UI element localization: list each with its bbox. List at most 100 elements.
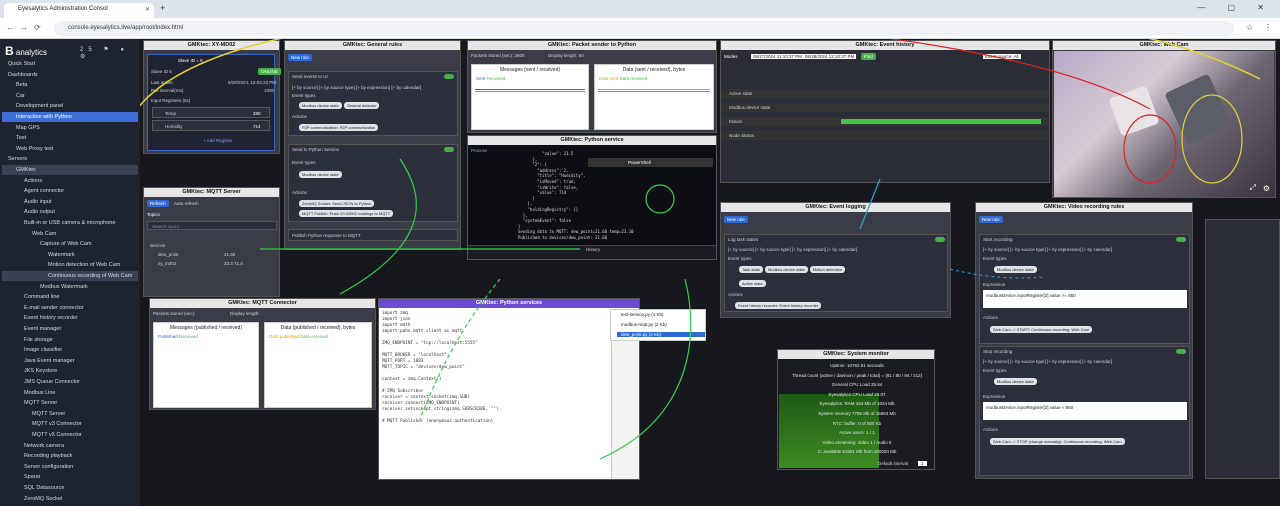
refresh-button[interactable]: Refresh xyxy=(147,200,169,207)
close-icon[interactable]: ✕ xyxy=(145,6,150,13)
sidebar-item[interactable]: Agent connector xyxy=(2,186,138,196)
sidebar-item[interactable]: Built-in or USB camera & microphone xyxy=(2,218,138,228)
sidebar-item[interactable]: Sparar xyxy=(2,472,138,482)
menu-icon[interactable]: ⋮ xyxy=(1264,23,1272,32)
sidebar-item[interactable]: Quick Start xyxy=(2,59,138,69)
action-chip[interactable]: P2P communication: P2P communication xyxy=(299,124,379,131)
sidebar-item[interactable]: MQTT v3 Connector xyxy=(2,419,138,429)
sidebar-item[interactable]: Capture of Web Cam xyxy=(2,239,138,249)
new-tab-icon[interactable]: + xyxy=(160,3,165,13)
sidebar-item[interactable]: Watermark xyxy=(2,250,138,260)
sidebar-item[interactable]: Web Proxy test xyxy=(2,144,138,154)
event-chip[interactable]: Active state xyxy=(739,280,766,287)
rule-conditions[interactable]: [+ by source] [+ by source type] [+ by e… xyxy=(728,247,857,252)
settings-icon[interactable]: ⚙ xyxy=(1263,184,1270,193)
sidebar-item[interactable]: Event history recorder xyxy=(2,313,138,323)
sidebar-item[interactable]: File storage xyxy=(2,335,138,345)
event-chip[interactable]: Modbus device state xyxy=(994,266,1037,273)
panel-title[interactable]: GMKtec: Event history xyxy=(721,41,1049,50)
modes-toggle[interactable]: Modes xyxy=(724,54,738,59)
panel-title[interactable]: GMKtec: General rules xyxy=(285,41,460,50)
event-chip[interactable]: General detector xyxy=(343,102,380,109)
sidebar-item[interactable]: Server configuration xyxy=(2,462,138,472)
event-source-select[interactable]: Event source: All xyxy=(983,54,1021,59)
sidebar-item[interactable]: Java Event manager xyxy=(2,356,138,366)
event-chip[interactable]: Modbus device state xyxy=(765,266,808,273)
event-chip[interactable]: Modbus device state xyxy=(994,378,1037,385)
rule-toggle[interactable] xyxy=(1176,349,1186,354)
event-chip[interactable]: Motion detection xyxy=(809,266,846,273)
window-controls[interactable]: — ▢ ✕ xyxy=(1197,3,1274,12)
sidebar-item[interactable]: Beta xyxy=(2,80,138,90)
back-icon[interactable]: ← xyxy=(6,23,14,32)
rule-toggle[interactable] xyxy=(444,147,454,152)
topic-item[interactable]: dew_point xyxy=(158,252,179,257)
sidebar-item[interactable]: JMS Queue Connector xyxy=(2,377,138,387)
event-chip[interactable]: Task state xyxy=(739,266,764,273)
panel-title[interactable]: GMKtec: Packet sender to Python xyxy=(468,41,716,50)
action-chip[interactable]: ZeroMQ Socket: Send JSON to Python xyxy=(299,200,375,207)
sidebar-item[interactable]: Network camera xyxy=(2,441,138,451)
fullscreen-icon[interactable]: ⤢ xyxy=(1250,183,1256,193)
panel-title[interactable]: GMKtec: Web Cam xyxy=(1053,41,1275,50)
topic-item[interactable]: xy_md02 xyxy=(158,261,176,266)
expression-input[interactable]: modbusDevice.inputRegister[2].value < 85… xyxy=(986,405,1073,410)
panel-title[interactable]: GMKtec: Python service xyxy=(468,136,716,145)
forward-icon[interactable]: → xyxy=(20,23,28,32)
topic-root[interactable]: devices xyxy=(150,243,165,248)
file-item[interactable]: modbus-mqtt.py (2 Kb) xyxy=(621,322,667,327)
action-chip[interactable]: MQTT Publish: Push XY-MD02 readings to M… xyxy=(299,210,394,217)
rule-name[interactable]: Publish Python response to MQTT xyxy=(292,233,361,238)
sidebar-item[interactable]: JKS Keystore xyxy=(2,366,138,376)
code-editor[interactable]: import zmq import json import math impor… xyxy=(382,311,498,425)
panel-title[interactable]: GMKtec: MQTT Server xyxy=(144,188,279,197)
panel-title[interactable]: GMKtec: System monitor xyxy=(778,350,934,359)
rule-name[interactable]: Stop recording xyxy=(983,349,1012,354)
field-value[interactable]: 3600 xyxy=(515,53,525,58)
field-value[interactable]: 60 xyxy=(579,53,584,58)
sidebar-item[interactable]: Web Cam xyxy=(2,229,138,239)
url-field[interactable]: console.eyesalytics.live/app/root/index.… xyxy=(54,21,1234,36)
sidebar-item[interactable]: Event manager xyxy=(2,324,138,334)
rule-name[interactable]: Log task states xyxy=(728,237,758,242)
rule-toggle[interactable] xyxy=(1176,237,1186,242)
sidebar-top-icons[interactable]: 25 ⚑ ● ⚙ xyxy=(80,46,140,60)
sidebar-item[interactable]: Map GPS xyxy=(2,123,138,133)
browser-tab[interactable]: Eyesalytics Administration Consol ✕ xyxy=(4,3,154,18)
rule-conditions[interactable]: [+ by source] [+ by source type] [+ by e… xyxy=(983,247,1112,252)
register-row[interactable]: Temp 280 xyxy=(152,107,270,118)
sidebar-item[interactable]: GMKtec xyxy=(2,165,138,175)
event-chip[interactable]: Modbus device state xyxy=(299,171,342,178)
rule-conditions[interactable]: [+ by source] [+ by source type] [+ by e… xyxy=(983,359,1112,364)
sidebar-item[interactable]: Car xyxy=(2,91,138,101)
rule-conditions[interactable]: [+ by source] [+ by source type] [+ by e… xyxy=(292,85,452,90)
reload-icon[interactable]: ⟳ xyxy=(34,23,41,32)
sidebar-item[interactable]: Interaction with Python xyxy=(2,112,138,122)
panel-title[interactable]: GMKtec: Video recording rules xyxy=(976,203,1192,212)
new-rule-button[interactable]: New rule xyxy=(724,216,748,223)
sidebar-item[interactable]: Image classifier xyxy=(2,345,138,355)
sidebar-item[interactable]: Audio output xyxy=(2,207,138,217)
sidebar-item[interactable]: Continuous recording of Web Cam xyxy=(2,271,138,281)
sidebar-item[interactable]: Actions xyxy=(2,176,138,186)
sidebar-item[interactable]: Test xyxy=(2,133,138,143)
search-input[interactable]: Search topics... xyxy=(152,224,183,229)
action-chip[interactable]: Web Cam -> START: Continuous recording: … xyxy=(990,326,1093,333)
sidebar-item[interactable]: Audio input xyxy=(2,197,138,207)
date-from[interactable]: 06/27/2024 11:10:37 PM xyxy=(751,54,804,59)
star-icon[interactable]: ☆ xyxy=(1246,23,1253,32)
date-to[interactable]: 06/28/2024 12:10:37 PM xyxy=(803,54,857,59)
action-chip[interactable]: Event history recorder: Event history re… xyxy=(735,302,822,309)
sidebar-item[interactable]: SQL Datasource xyxy=(2,483,138,493)
sidebar-item[interactable]: MQTT v5 Connector xyxy=(2,430,138,440)
sidebar-item[interactable]: Command line xyxy=(2,292,138,302)
sidebar-item[interactable]: Modbus Line xyxy=(2,388,138,398)
file-item[interactable]: test-service.py (1 Kb) xyxy=(621,312,664,317)
rule-name[interactable]: Send events to UI xyxy=(292,74,328,79)
rule-toggle[interactable] xyxy=(935,237,945,242)
sidebar-item[interactable]: MQTT Server xyxy=(2,398,138,408)
rule-toggle[interactable] xyxy=(444,74,454,79)
find-button[interactable]: Find xyxy=(861,53,876,60)
register-row[interactable]: Humidity 714 xyxy=(152,120,270,131)
panel-title[interactable]: GMKtec: Python services xyxy=(379,299,639,308)
